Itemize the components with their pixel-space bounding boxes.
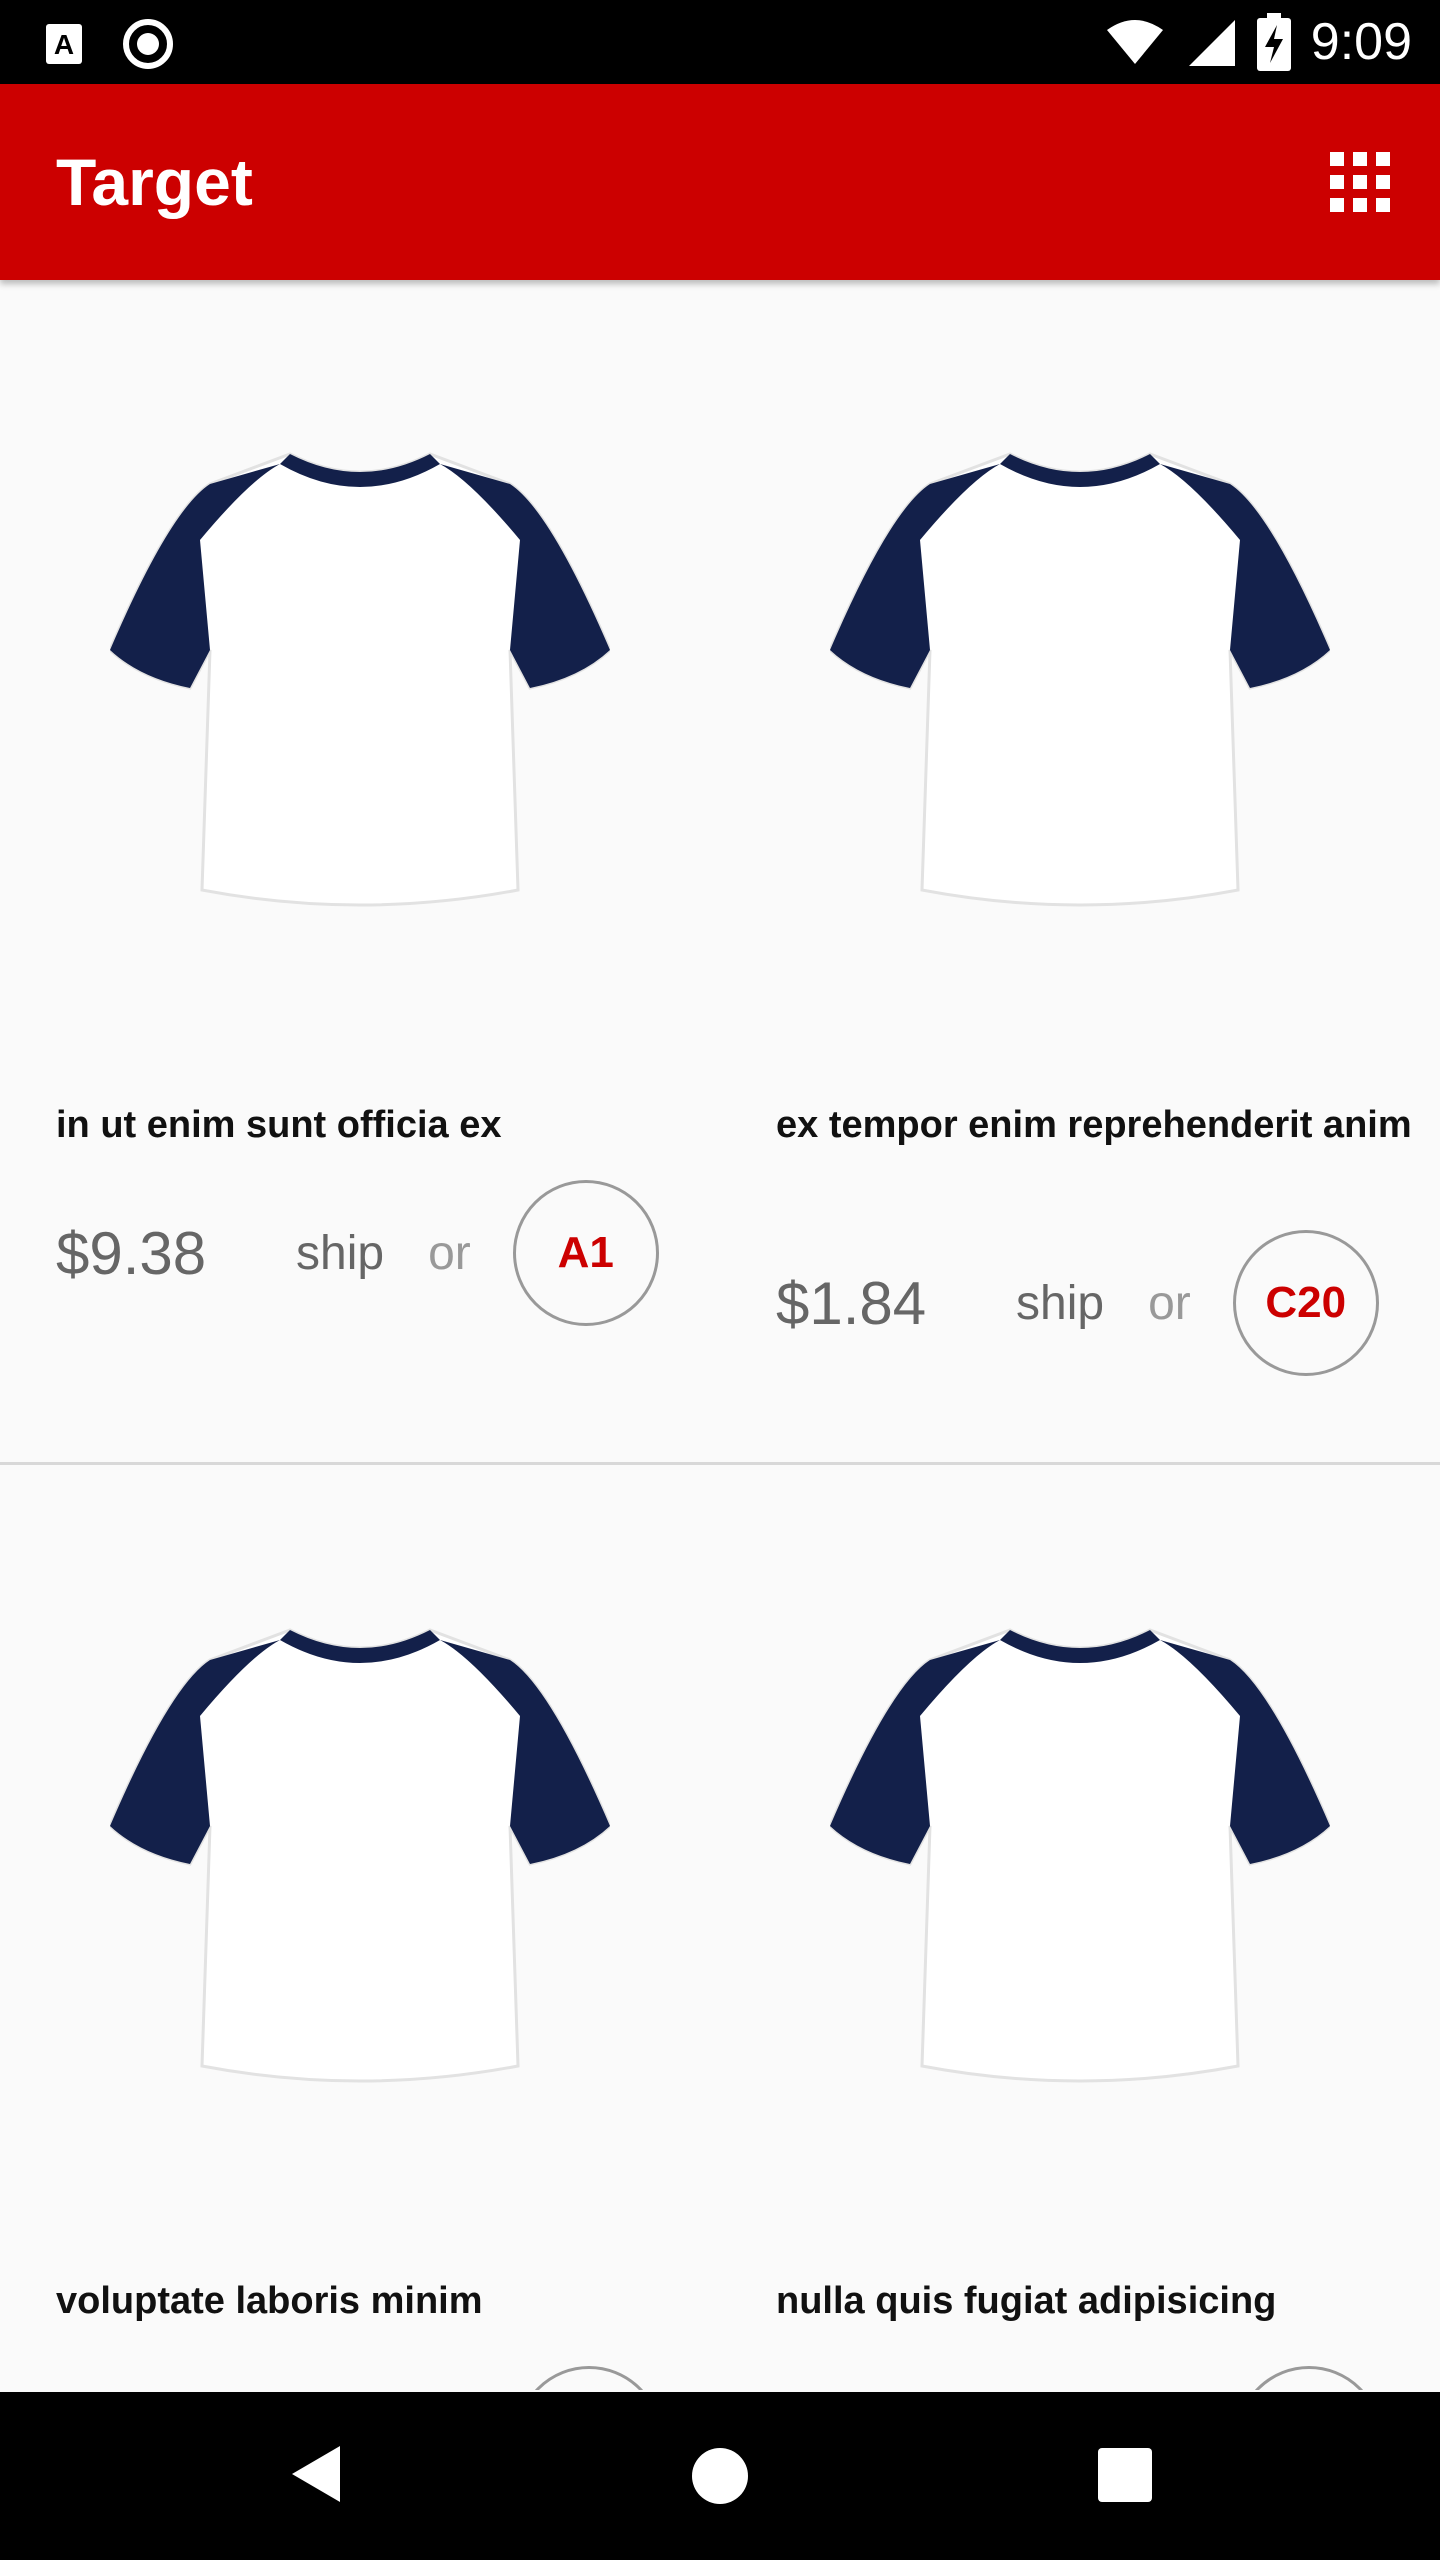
status-right-icons: 9:09 [1105, 10, 1412, 74]
aisle-badge[interactable]: A1 [512, 1180, 659, 1326]
product-price: $1.84 [776, 1269, 927, 1337]
aisle-badge-partial[interactable] [1236, 2366, 1382, 2390]
app-bar: Target [0, 84, 1440, 280]
tshirt-image [110, 1628, 610, 2083]
status-left-icons: A [44, 18, 174, 70]
battery-charging-icon [1256, 13, 1291, 71]
product-price: $9.38 [56, 1219, 207, 1287]
wifi-icon [1106, 20, 1163, 64]
product-card[interactable]: voluptate laboris minim [0, 1466, 720, 2390]
app-title: Target [56, 145, 253, 219]
a-notification-icon: A [46, 24, 82, 64]
price-row: $1.84 ship or C20 [776, 1230, 1379, 1376]
system-nav-bar [0, 2392, 1440, 2560]
home-icon[interactable] [690, 2446, 750, 2506]
tshirt-image [110, 452, 610, 907]
ship-label[interactable]: ship [1016, 1276, 1104, 1331]
product-card[interactable]: nulla quis fugiat adipisicing [720, 1466, 1440, 2390]
back-icon[interactable] [288, 2442, 344, 2506]
product-card[interactable]: ex tempor enim reprehenderit anim $1.84 … [720, 290, 1440, 1466]
clock: 9:09 [1310, 13, 1412, 71]
aisle-badge[interactable]: C20 [1232, 1230, 1379, 1376]
product-name[interactable]: in ut enim sunt officia ex [56, 1100, 696, 1150]
product-row: in ut enim sunt officia ex $9.38 ship or… [0, 290, 1440, 1466]
product-name[interactable]: ex tempor enim reprehenderit anim [776, 1100, 1416, 1150]
or-label: or [1148, 1276, 1191, 1330]
row-divider [0, 1462, 1440, 1465]
record-icon [123, 19, 173, 69]
product-name[interactable]: nulla quis fugiat adipisicing [776, 2276, 1416, 2326]
aisle-badge-partial[interactable] [516, 2366, 662, 2390]
product-list[interactable]: in ut enim sunt officia ex $9.38 ship or… [0, 290, 1440, 2390]
product-row: voluptate laboris minim nulla quis fugia… [0, 1466, 1440, 2390]
status-bar: A 9:09 [0, 0, 1440, 84]
recents-icon[interactable] [1098, 2448, 1152, 2502]
tshirt-image [830, 1628, 1330, 2083]
product-card[interactable]: in ut enim sunt officia ex $9.38 ship or… [0, 290, 720, 1466]
svg-text:A: A [54, 29, 74, 60]
price-row: $9.38 ship or A1 [56, 1180, 659, 1326]
grid-icon [1330, 152, 1344, 166]
grid-menu-button[interactable] [1330, 152, 1390, 212]
tshirt-image [830, 452, 1330, 907]
signal-icon [1188, 20, 1235, 66]
ship-label[interactable]: ship [296, 1226, 384, 1281]
or-label: or [428, 1226, 471, 1280]
product-name[interactable]: voluptate laboris minim [56, 2276, 696, 2326]
